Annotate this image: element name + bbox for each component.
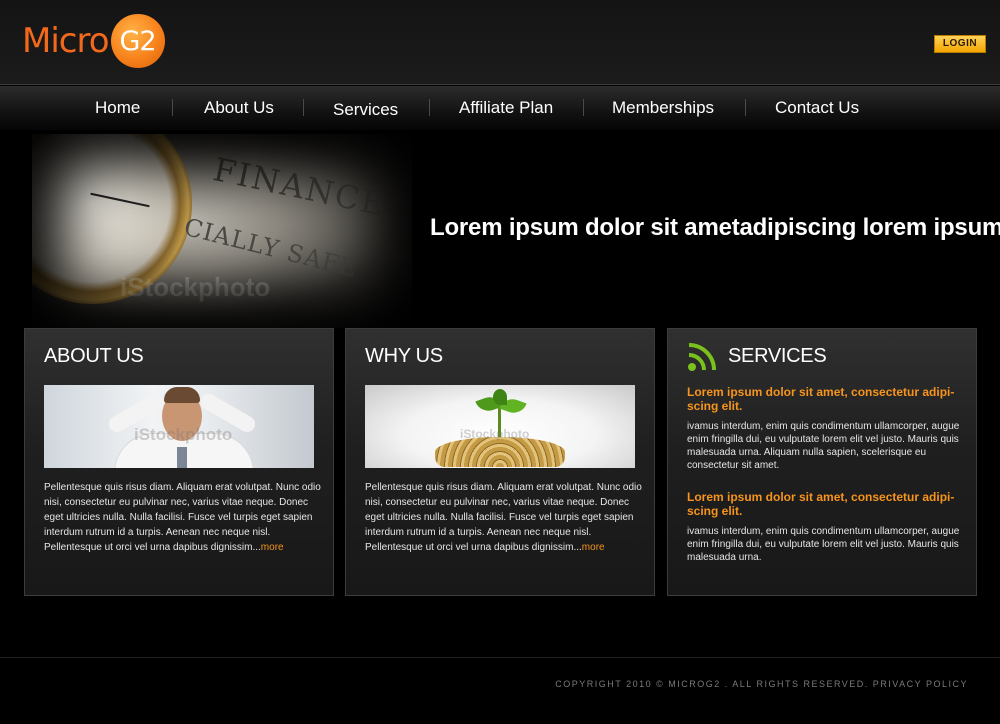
nav-divider <box>583 99 584 116</box>
nav-home[interactable]: Home <box>95 98 140 118</box>
service-text: ivamus interdum, enim quis condimentum u… <box>687 421 960 471</box>
nav-memberships[interactable]: Memberships <box>612 98 714 118</box>
nav-contact-us[interactable]: Contact Us <box>775 98 859 118</box>
site-footer: COPYRIGHT 2010 © MICROG2 . ALL RIGHTS RE… <box>0 657 1000 724</box>
banner-headline: Lorem ipsum dolor sit ametadipiscing lor… <box>430 214 1000 241</box>
about-us-image: iStockphoto <box>44 385 314 468</box>
services-panel: SERVICES Lorem ipsum dolor sit amet, con… <box>667 328 977 596</box>
why-us-body: Pellentesque quis risus diam. Aliquam er… <box>365 480 643 555</box>
site-logo[interactable]: Micro G2 <box>22 14 165 68</box>
image-watermark: iStockphoto <box>460 427 530 441</box>
man-tie-graphic <box>177 447 187 468</box>
about-us-title: ABOUT US <box>44 345 144 367</box>
service-heading[interactable]: Lorem ipsum dolor sit amet, consectetur … <box>687 490 957 518</box>
man-hair-graphic <box>164 387 200 403</box>
nav-about-us[interactable]: About Us <box>204 98 274 118</box>
plant-leaf-graphic <box>493 389 507 405</box>
why-us-image: iStockphoto <box>365 385 635 468</box>
nav-affiliate-plan[interactable]: Affiliate Plan <box>459 98 553 118</box>
coin-pile-graphic <box>435 437 565 467</box>
logo-badge: G2 <box>110 14 165 68</box>
copyright-text: COPYRIGHT 2010 © MICROG2 . ALL RIGHTS RE… <box>555 679 968 689</box>
image-watermark: iStockphoto <box>134 425 233 444</box>
site-header: Micro G2 LOGIN <box>0 0 1000 85</box>
nav-divider <box>303 99 304 116</box>
why-us-title: WHY US <box>365 345 443 367</box>
main-nav: Home About Us Services Affiliate Plan Me… <box>0 86 1000 130</box>
logo-text: Micro <box>22 21 110 61</box>
service-heading[interactable]: Lorem ipsum dolor sit amet, consectetur … <box>687 385 957 413</box>
login-button[interactable]: LOGIN <box>934 35 986 53</box>
why-us-more-link[interactable]: more <box>582 542 605 553</box>
nav-divider <box>745 99 746 116</box>
rss-icon[interactable] <box>687 342 717 372</box>
nav-divider <box>172 99 173 116</box>
why-us-panel: WHY US iStockphoto Pellentesque quis ris… <box>345 328 655 596</box>
about-us-panel: ABOUT US iStockphoto Pellentesque quis r… <box>24 328 334 596</box>
about-us-body: Pellentesque quis risus diam. Aliquam er… <box>44 480 322 555</box>
nav-divider <box>429 99 430 116</box>
services-title: SERVICES <box>728 345 827 367</box>
banner-vignette <box>32 134 412 328</box>
nav-services[interactable]: Services <box>333 100 398 120</box>
banner-image: FINANCE CIALLY SAFE iStockphoto <box>32 134 412 328</box>
about-us-more-link[interactable]: more <box>261 542 284 553</box>
service-text: ivamus interdum, enim quis condimentum u… <box>687 526 960 563</box>
